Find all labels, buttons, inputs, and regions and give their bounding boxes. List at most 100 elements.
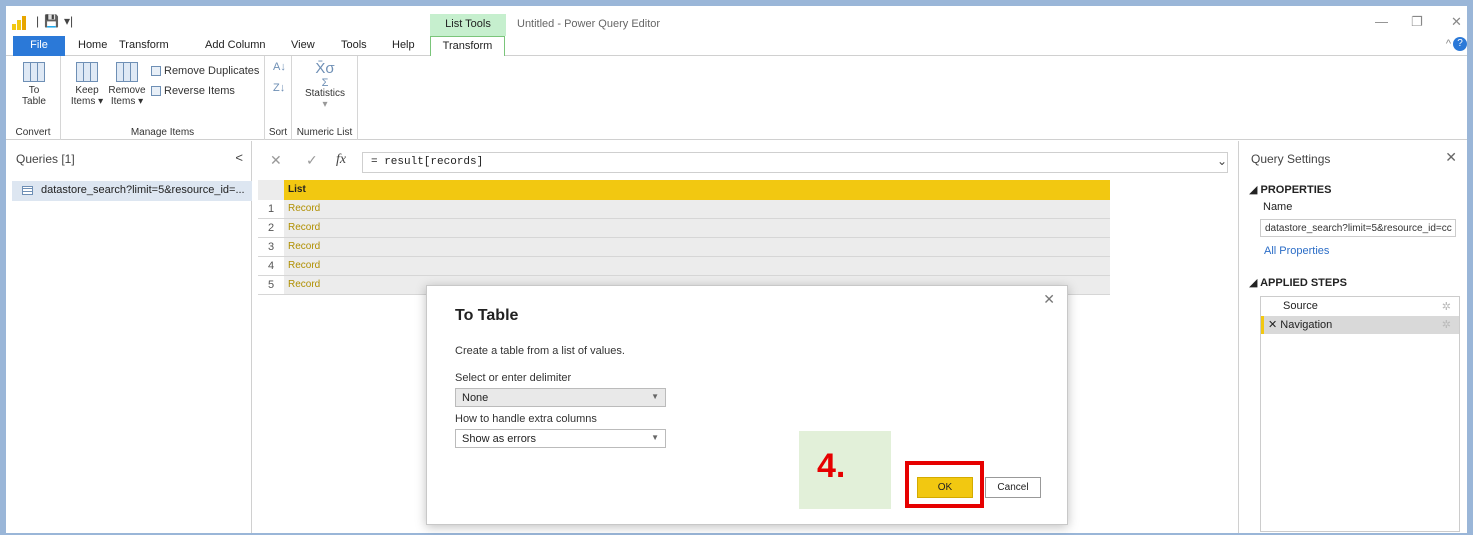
remove-duplicates-button[interactable]: Remove Duplicates (151, 65, 259, 77)
remove-items-icon (116, 62, 138, 82)
close-settings-icon[interactable]: ✕ (1445, 149, 1457, 166)
record-link[interactable]: Record (288, 279, 320, 290)
fx-icon[interactable]: fx (336, 152, 346, 168)
context-tab-header: List Tools (430, 14, 506, 36)
all-properties-link[interactable]: All Properties (1264, 245, 1329, 257)
keep-items-button[interactable]: Keep Items ▾ (67, 62, 107, 107)
group-numeric-list-label: Numeric List (296, 127, 353, 138)
statistics-button[interactable]: X̄σ Σ Statistics ▾ (296, 60, 354, 110)
cancel-formula-icon[interactable]: ✕ (270, 152, 282, 169)
triangle-icon: ◢ (1249, 184, 1261, 196)
step-label: Navigation (1280, 319, 1333, 331)
remove-items-label-2: Items ▾ (110, 96, 144, 107)
power-bi-logo (12, 16, 28, 30)
applied-steps-section[interactable]: ◢ APPLIED STEPS (1249, 276, 1347, 289)
cancel-button[interactable]: Cancel (985, 477, 1041, 498)
remove-duplicates-icon (151, 66, 161, 77)
tab-list-transform[interactable]: Transform (430, 36, 505, 57)
expand-formula-icon[interactable]: ⌄ (1217, 154, 1227, 168)
gear-icon[interactable]: ✲ (1442, 318, 1451, 331)
formula-input[interactable]: = result[records] (362, 152, 1228, 173)
sort-descending-icon[interactable]: Z↓ (273, 82, 285, 94)
tab-transform[interactable]: Transform (119, 39, 169, 51)
group-sort-label: Sort (268, 127, 288, 138)
extra-columns-value: Show as errors (462, 433, 536, 445)
name-label: Name (1263, 201, 1293, 213)
window-title: Untitled - Power Query Editor (517, 18, 661, 30)
tab-file[interactable]: File (13, 36, 65, 56)
delete-step-icon[interactable]: ✕ (1268, 319, 1280, 331)
ok-button[interactable]: OK (917, 477, 973, 498)
table-row[interactable]: 3 Record (258, 238, 1110, 257)
queries-pane: Queries [1] < datastore_search?limit=5&r… (6, 141, 252, 533)
query-name-input[interactable]: datastore_search?limit=5&resource_id=cc (1260, 219, 1456, 237)
record-link[interactable]: Record (288, 260, 320, 271)
tab-home[interactable]: Home (78, 39, 107, 51)
extra-columns-label: How to handle extra columns (455, 413, 597, 425)
reverse-items-button[interactable]: Reverse Items (151, 85, 235, 97)
query-item-label: datastore_search?limit=5&resource_id=... (41, 184, 245, 196)
applied-steps-list: Source ✲ ✕ Navigation ✲ (1260, 296, 1460, 532)
close-dialog-icon[interactable]: ✕ (1043, 291, 1055, 308)
step-label: Source (1283, 300, 1318, 312)
quick-access-dropdown-icon[interactable]: ▾| (64, 14, 73, 28)
annotation-step-number: 4. (817, 447, 846, 485)
keep-items-label-1: Keep (75, 85, 99, 96)
to-table-button[interactable]: To Table (14, 62, 54, 107)
dialog-description: Create a table from a list of values. (455, 345, 625, 357)
remove-items-button[interactable]: Remove Items ▾ (107, 62, 147, 107)
row-number: 2 (258, 219, 284, 237)
record-link[interactable]: Record (288, 203, 320, 214)
statistics-icon: X̄σ (315, 60, 335, 77)
step-source[interactable]: Source ✲ (1261, 298, 1459, 316)
tab-add-column[interactable]: Add Column (205, 39, 266, 51)
applied-steps-label: APPLIED STEPS (1260, 277, 1347, 289)
record-link[interactable]: Record (288, 241, 320, 252)
queries-header: Queries [1] (16, 152, 75, 166)
group-numeric-list: X̄σ Σ Statistics ▾ Numeric List (292, 56, 358, 140)
keep-items-icon (76, 62, 98, 82)
tab-help[interactable]: Help (392, 39, 415, 51)
chevron-down-icon: ▼ (651, 392, 659, 401)
table-row[interactable]: 1 Record (258, 200, 1110, 219)
restore-icon[interactable]: ❐ (1411, 14, 1423, 30)
extra-columns-select[interactable]: Show as errors ▼ (455, 429, 666, 448)
table-row[interactable]: 2 Record (258, 219, 1110, 238)
record-link[interactable]: Record (288, 222, 320, 233)
table-icon (22, 185, 33, 195)
help-icon[interactable]: ? (1453, 37, 1467, 51)
collapse-ribbon-icon[interactable]: ^ (1446, 38, 1451, 50)
step-navigation[interactable]: ✕ Navigation ✲ (1261, 316, 1459, 334)
collapse-queries-icon[interactable]: < (235, 150, 243, 165)
remove-items-label-1: Remove (108, 85, 146, 96)
triangle-icon: ◢ (1249, 277, 1261, 289)
tab-tools[interactable]: Tools (341, 39, 367, 51)
gear-icon[interactable]: ✲ (1442, 300, 1451, 313)
tab-view[interactable]: View (291, 39, 315, 51)
group-sort: A↓ Z↓ Sort (265, 56, 292, 140)
minimize-icon[interactable]: — (1375, 14, 1388, 29)
sigma-icon: Σ (321, 77, 329, 89)
query-settings-pane: Query Settings ✕ ◢ PROPERTIES Name All P… (1238, 141, 1467, 533)
row-number: 3 (258, 238, 284, 256)
group-convert: To Table Convert (6, 56, 61, 140)
group-manage-items-label: Manage Items (130, 127, 195, 138)
save-icon[interactable]: 💾 (44, 14, 59, 28)
column-header-label: List (288, 184, 306, 195)
reverse-items-icon (151, 86, 161, 97)
to-table-label-1: To (28, 85, 40, 96)
table-row[interactable]: 4 Record (258, 257, 1110, 276)
delimiter-value: None (462, 392, 489, 404)
close-window-icon[interactable]: ✕ (1451, 14, 1462, 30)
query-item[interactable]: datastore_search?limit=5&resource_id=... (12, 181, 252, 201)
row-number-header (258, 180, 284, 200)
properties-section[interactable]: ◢ PROPERTIES (1249, 183, 1331, 196)
column-header[interactable]: List (258, 180, 1110, 200)
sort-ascending-icon[interactable]: A↓ (273, 61, 286, 73)
query-settings-header: Query Settings (1251, 152, 1331, 166)
row-number: 4 (258, 257, 284, 275)
delimiter-select[interactable]: None ▼ (455, 388, 666, 407)
statistics-label: Statistics (304, 88, 345, 99)
confirm-formula-icon[interactable]: ✓ (306, 152, 318, 169)
delimiter-label: Select or enter delimiter (455, 372, 572, 384)
